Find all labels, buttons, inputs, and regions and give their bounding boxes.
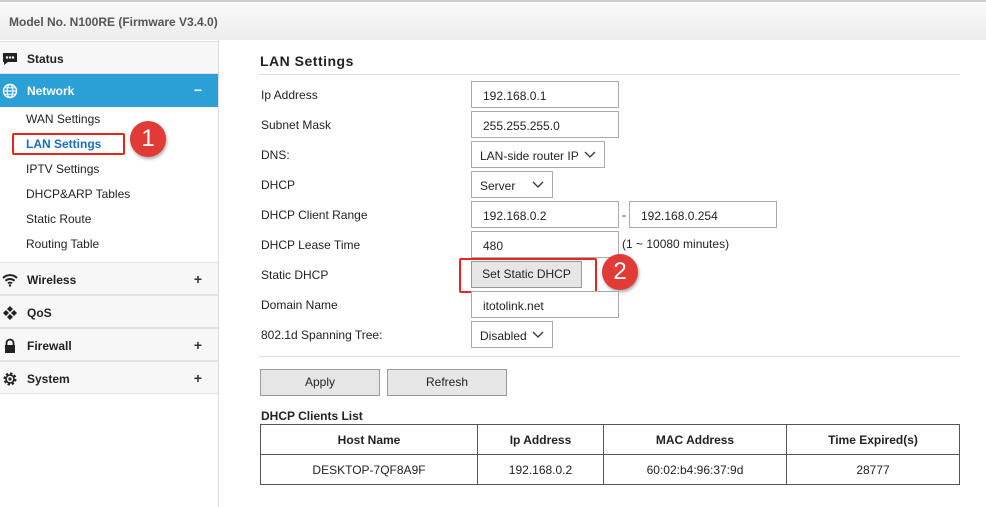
spanning-tree-select[interactable]: Disabled: [471, 321, 553, 348]
collapse-icon[interactable]: −: [194, 82, 202, 98]
nav-firewall-label: Firewall: [27, 339, 72, 353]
chat-dots-icon: [3, 53, 17, 65]
expand-icon[interactable]: +: [194, 271, 202, 287]
nav-system[interactable]: System +: [0, 361, 218, 394]
table-header-row: Host Name Ip Address MAC Address Time Ex…: [260, 424, 960, 455]
nav-qos[interactable]: QoS: [0, 295, 218, 328]
spanning-tree-select-value: Disabled: [480, 329, 527, 343]
cell-mac-address: 60:02:b4:96:37:9d: [603, 454, 787, 485]
chevron-down-icon: [532, 181, 544, 188]
cell-host-name: DESKTOP-7QF8A9F: [260, 454, 478, 485]
ip-address-input[interactable]: 192.168.0.1: [471, 81, 619, 108]
nav-wireless[interactable]: Wireless +: [0, 262, 218, 295]
chevron-down-icon: [584, 151, 596, 158]
nav-status[interactable]: Status: [0, 41, 218, 74]
dhcp-select[interactable]: Server: [471, 171, 553, 198]
sidebar-item-wan-settings[interactable]: WAN Settings: [26, 112, 100, 126]
cell-time-expired: 28777: [786, 454, 960, 485]
qos-diamonds-icon: [3, 306, 17, 320]
callout-badge-1: 1: [130, 121, 166, 157]
column-host-name: Host Name: [260, 424, 478, 455]
nav-network-label: Network: [27, 84, 75, 98]
divider: [259, 356, 960, 357]
nav-status-label: Status: [27, 52, 64, 66]
dhcp-lease-time-label: DHCP Lease Time: [261, 238, 361, 252]
static-dhcp-label: Static DHCP: [261, 268, 329, 282]
dhcp-select-value: Server: [480, 179, 516, 193]
domain-name-label: Domain Name: [261, 298, 338, 312]
column-time-expired: Time Expired(s): [786, 424, 960, 455]
chevron-down-icon: [532, 331, 544, 338]
callout-badge-2: 2: [602, 254, 638, 290]
page-title: LAN Settings: [260, 53, 354, 69]
lease-time-hint: (1 ~ 10080 minutes): [622, 237, 730, 251]
dhcp-client-range-label: DHCP Client Range: [261, 208, 368, 222]
dhcp-range-end-input[interactable]: 192.168.0.254: [629, 201, 777, 228]
nav-system-label: System: [27, 372, 70, 386]
range-separator: -: [622, 208, 626, 222]
model-info: Model No. N100RE (Firmware V3.4.0): [9, 15, 218, 29]
sidebar-item-routing-table[interactable]: Routing Table: [26, 237, 99, 251]
dhcp-clients-table: Host Name Ip Address MAC Address Time Ex…: [260, 424, 960, 485]
subnet-mask-input[interactable]: 255.255.255.0: [471, 111, 619, 138]
gear-icon: [3, 372, 17, 386]
spanning-tree-label: 802.1d Spanning Tree:: [261, 328, 383, 342]
nav-firewall[interactable]: Firewall +: [0, 328, 218, 361]
column-mac-address: MAC Address: [603, 424, 787, 455]
apply-button[interactable]: Apply: [260, 369, 380, 396]
nav-qos-label: QoS: [27, 306, 52, 320]
dns-label: DNS:: [261, 148, 290, 162]
callout-highlight-static-dhcp: [459, 258, 597, 293]
expand-icon[interactable]: +: [194, 337, 202, 353]
dhcp-clients-title: DHCP Clients List: [261, 409, 363, 423]
sidebar-item-iptv-settings[interactable]: IPTV Settings: [26, 162, 99, 176]
subnet-mask-label: Subnet Mask: [261, 118, 332, 132]
expand-icon[interactable]: +: [194, 370, 202, 386]
column-ip-address: Ip Address: [477, 424, 604, 455]
ip-address-label: Ip Address: [261, 88, 318, 102]
nav-network[interactable]: Network −: [0, 74, 218, 107]
dhcp-range-start-input[interactable]: 192.168.0.2: [471, 201, 619, 228]
dns-select[interactable]: LAN-side router IP: [471, 141, 605, 168]
callout-highlight-lan-settings: [12, 133, 125, 155]
nav-wireless-label: Wireless: [27, 273, 77, 287]
top-bar: Model No. N100RE (Firmware V3.4.0): [0, 0, 986, 40]
dhcp-lease-time-input[interactable]: 480: [471, 231, 619, 258]
sidebar-item-dhcp-arp-tables[interactable]: DHCP&ARP Tables: [26, 187, 130, 201]
lock-icon: [5, 338, 15, 353]
domain-name-input[interactable]: itotolink.net: [471, 291, 619, 318]
cell-ip-address: 192.168.0.2: [477, 454, 604, 485]
refresh-button[interactable]: Refresh: [387, 369, 507, 396]
table-row: DESKTOP-7QF8A9F 192.168.0.2 60:02:b4:96:…: [260, 454, 960, 485]
dhcp-label: DHCP: [261, 178, 296, 192]
sidebar-item-static-route[interactable]: Static Route: [26, 212, 91, 226]
wifi-icon: [2, 274, 18, 287]
divider: [259, 74, 960, 75]
globe-icon: [2, 83, 18, 99]
dns-select-value: LAN-side router IP: [480, 149, 579, 163]
